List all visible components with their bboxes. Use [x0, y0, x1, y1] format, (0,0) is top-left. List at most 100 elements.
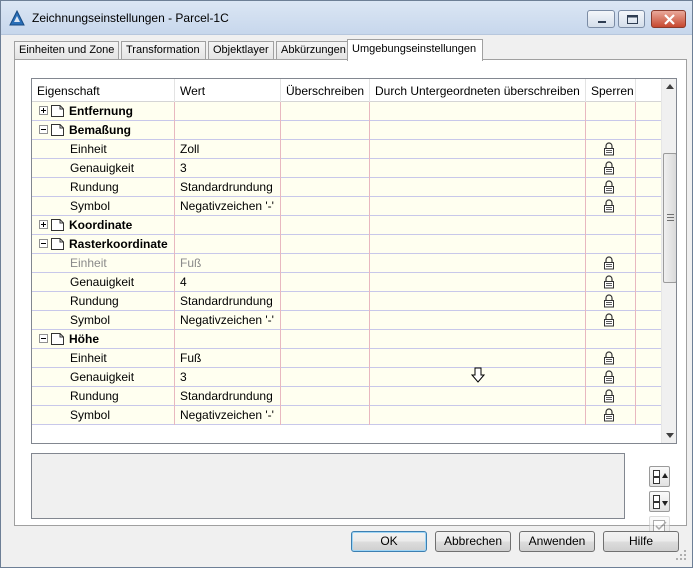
apply-button[interactable]: Anwenden — [519, 531, 595, 552]
table-row[interactable]: Genauigkeit 3 — [32, 159, 661, 178]
column-header-child-override[interactable]: Durch Untergeordneten überschreiben — [370, 79, 586, 102]
value-cell[interactable]: 4 — [175, 273, 281, 292]
column-header-override[interactable]: Überschreiben — [281, 79, 370, 102]
lock-cell[interactable] — [586, 406, 636, 425]
scrollbar-thumb[interactable] — [663, 153, 676, 283]
property-cell[interactable]: Höhe — [32, 330, 175, 349]
value-cell[interactable]: Negativzeichen '-' — [175, 406, 281, 425]
close-button[interactable] — [651, 10, 686, 28]
property-cell[interactable]: Entfernung — [32, 102, 175, 121]
lock-cell[interactable] — [586, 254, 636, 273]
dialog-window: Zeichnungseinstellungen - Parcel-1C Einh… — [0, 0, 693, 568]
value-cell[interactable]: Standardrundung — [175, 292, 281, 311]
property-cell[interactable]: Rundung — [32, 292, 175, 311]
table-row[interactable]: Symbol Negativzeichen '-' — [32, 406, 661, 425]
group-row[interactable]: Bemaßung — [32, 121, 661, 140]
table-row[interactable]: Einheit Fuß — [32, 254, 661, 273]
scroll-down-icon[interactable] — [662, 427, 677, 443]
move-up-button[interactable] — [649, 466, 670, 487]
property-cell[interactable]: Genauigkeit — [32, 159, 175, 178]
move-down-button[interactable] — [649, 491, 670, 512]
value-cell[interactable] — [175, 216, 281, 235]
value-cell[interactable] — [175, 330, 281, 349]
tab-abkuerzungen[interactable]: Abkürzungen — [276, 41, 348, 60]
group-row[interactable]: Rasterkoordinate — [32, 235, 661, 254]
ok-button[interactable]: OK — [351, 531, 427, 552]
value-cell[interactable]: Zoll — [175, 140, 281, 159]
value-cell[interactable] — [175, 121, 281, 140]
property-cell[interactable]: Rundung — [32, 178, 175, 197]
cancel-button[interactable]: Abbrechen — [435, 531, 511, 552]
table-row[interactable]: Einheit Fuß — [32, 349, 661, 368]
table-row[interactable]: Symbol Negativzeichen '-' — [32, 197, 661, 216]
table-row[interactable]: Rundung Standardrundung — [32, 387, 661, 406]
lock-cell[interactable] — [586, 197, 636, 216]
column-header-lock[interactable]: Sperren — [586, 79, 636, 102]
lock-cell[interactable] — [586, 140, 636, 159]
collapse-icon[interactable] — [39, 334, 48, 343]
collapse-icon[interactable] — [39, 125, 48, 134]
value-cell[interactable]: Fuß — [175, 254, 281, 273]
vertical-scrollbar[interactable] — [661, 79, 677, 443]
value-cell[interactable]: 3 — [175, 368, 281, 387]
value-cell[interactable] — [175, 235, 281, 254]
property-cell[interactable]: Genauigkeit — [32, 273, 175, 292]
lock-cell[interactable] — [586, 178, 636, 197]
resize-grip-icon[interactable] — [675, 549, 687, 561]
maximize-button[interactable] — [618, 10, 645, 28]
property-cell[interactable]: Rasterkoordinate — [32, 235, 175, 254]
expand-icon[interactable] — [39, 220, 48, 229]
tab-transformation[interactable]: Transformation — [121, 41, 206, 60]
scroll-up-icon[interactable] — [662, 79, 677, 95]
property-cell[interactable]: Einheit — [32, 254, 175, 273]
table-row[interactable]: Symbol Negativzeichen '-' — [32, 311, 661, 330]
property-cell[interactable]: Einheit — [32, 140, 175, 159]
document-icon — [51, 238, 64, 250]
table-row[interactable]: Einheit Zoll — [32, 140, 661, 159]
column-header-value[interactable]: Wert — [175, 79, 281, 102]
table-row[interactable]: Rundung Standardrundung — [32, 292, 661, 311]
lock-cell[interactable] — [586, 349, 636, 368]
expand-icon[interactable] — [39, 106, 48, 115]
tab-objektlayer[interactable]: Objektlayer — [208, 41, 274, 60]
title-bar[interactable]: Zeichnungseinstellungen - Parcel-1C — [1, 1, 692, 35]
lock-cell[interactable] — [586, 292, 636, 311]
lock-cell[interactable] — [586, 273, 636, 292]
column-header-property[interactable]: Eigenschaft — [32, 79, 175, 102]
help-button[interactable]: Hilfe — [603, 531, 679, 552]
lock-cell[interactable] — [586, 368, 636, 387]
value-cell[interactable]: Standardrundung — [175, 387, 281, 406]
value-cell[interactable]: 3 — [175, 159, 281, 178]
group-row[interactable]: Höhe — [32, 330, 661, 349]
spacer-cell — [636, 349, 661, 368]
value-cell[interactable] — [175, 102, 281, 121]
group-row[interactable]: Koordinate — [32, 216, 661, 235]
property-cell[interactable]: Rundung — [32, 387, 175, 406]
table-row[interactable]: Genauigkeit 3 — [32, 368, 661, 387]
lock-cell[interactable] — [586, 159, 636, 178]
table-row[interactable]: Genauigkeit 4 — [32, 273, 661, 292]
property-cell[interactable]: Symbol — [32, 406, 175, 425]
property-cell[interactable]: Genauigkeit — [32, 368, 175, 387]
property-cell[interactable]: Symbol — [32, 311, 175, 330]
tab-einheiten-und-zone[interactable]: Einheiten und Zone — [14, 41, 119, 60]
minimize-icon — [598, 21, 606, 23]
value-cell[interactable]: Negativzeichen '-' — [175, 197, 281, 216]
spacer-cell — [636, 254, 661, 273]
lock-cell[interactable] — [586, 311, 636, 330]
lock-cell[interactable] — [586, 387, 636, 406]
tab-umgebungseinstellungen[interactable]: Umgebungseinstellungen — [347, 39, 483, 61]
property-label: Rundung — [70, 294, 119, 308]
property-cell[interactable]: Bemaßung — [32, 121, 175, 140]
table-row[interactable]: Rundung Standardrundung — [32, 178, 661, 197]
group-row[interactable]: Entfernung — [32, 102, 661, 121]
lock-cell — [586, 235, 636, 254]
value-cell[interactable]: Standardrundung — [175, 178, 281, 197]
value-cell[interactable]: Fuß — [175, 349, 281, 368]
property-cell[interactable]: Symbol — [32, 197, 175, 216]
value-cell[interactable]: Negativzeichen '-' — [175, 311, 281, 330]
collapse-icon[interactable] — [39, 239, 48, 248]
property-cell[interactable]: Koordinate — [32, 216, 175, 235]
minimize-button[interactable] — [587, 10, 615, 28]
property-cell[interactable]: Einheit — [32, 349, 175, 368]
